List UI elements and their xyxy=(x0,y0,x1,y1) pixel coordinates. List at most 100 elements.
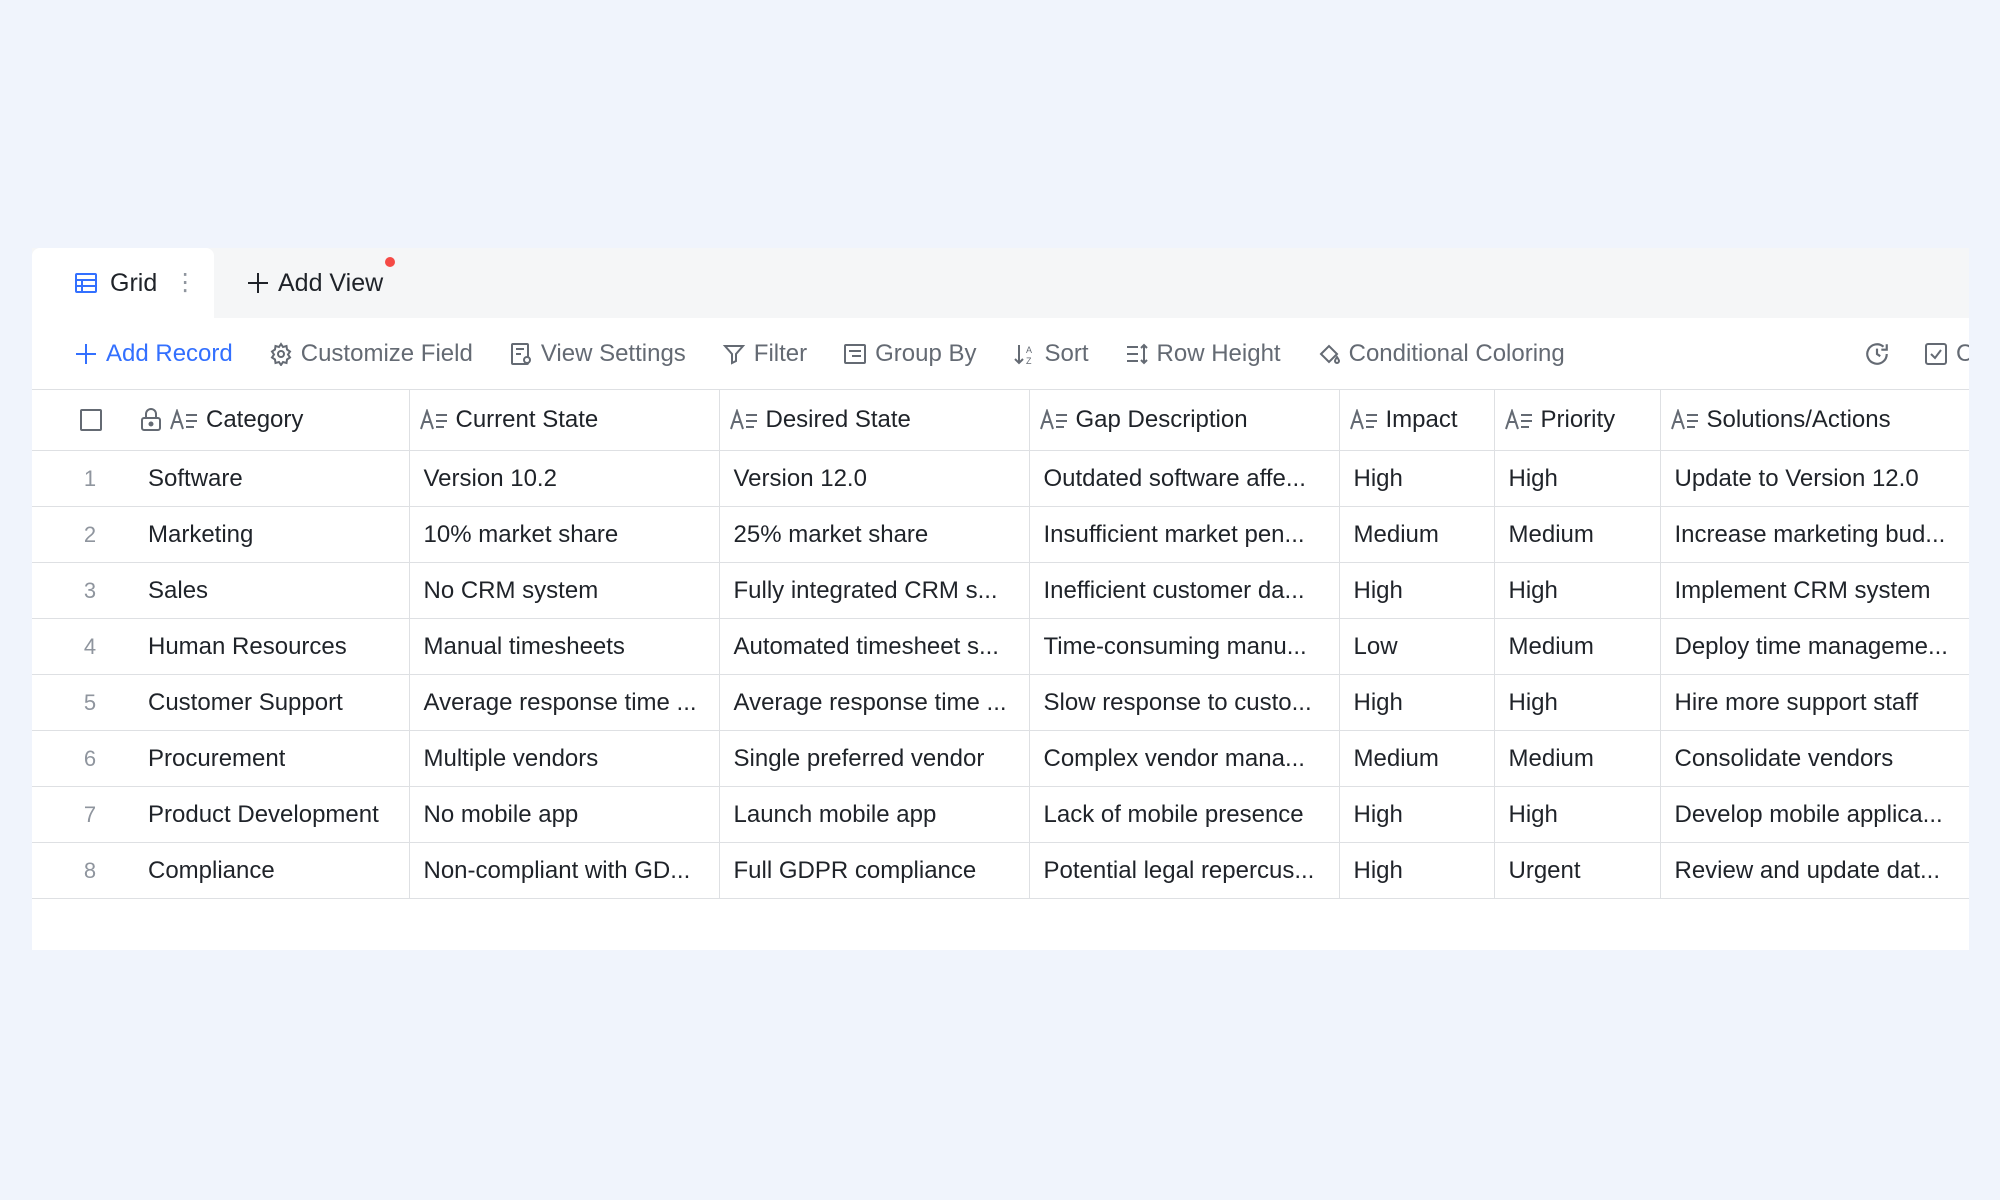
cell-text: Human Resources xyxy=(148,632,347,660)
add-record-button[interactable]: Add Record xyxy=(74,340,233,368)
table-cell[interactable]: Review and update dat... xyxy=(1659,842,1969,899)
table-row[interactable]: 8 Compliance Non-compliant with GD... Full … xyxy=(32,842,1969,899)
tab-grid[interactable]: Grid ⋮ xyxy=(32,248,214,318)
grid-view-icon xyxy=(75,273,97,293)
checklist-button[interactable]: C xyxy=(1924,318,1969,390)
column-header[interactable]: Desired State xyxy=(718,389,1029,451)
table-cell[interactable]: Medium xyxy=(1493,506,1660,563)
table-cell[interactable]: Outdated software affe... xyxy=(1028,450,1339,507)
table-cell[interactable]: High xyxy=(1493,562,1660,619)
sort-button[interactable]: AZ Sort xyxy=(1013,340,1089,368)
data-grid: Category Current State Desired State Gap De… xyxy=(32,389,1969,899)
group-by-button[interactable]: Group By xyxy=(843,340,977,368)
table-cell-category[interactable]: 7 Product Development xyxy=(32,786,409,843)
row-number: 1 xyxy=(83,465,97,491)
add-record-label: Add Record xyxy=(106,340,233,367)
column-header[interactable]: Solutions/Actions xyxy=(1659,389,1969,451)
view-settings-button[interactable]: View Settings xyxy=(509,340,686,368)
customize-field-button[interactable]: Customize Field xyxy=(269,340,473,368)
table-cell[interactable]: Insufficient market pen... xyxy=(1028,506,1339,563)
table-cell[interactable]: Multiple vendors xyxy=(408,730,719,787)
table-cell[interactable]: Medium xyxy=(1338,506,1494,563)
table-cell[interactable]: High xyxy=(1338,450,1494,507)
filter-button[interactable]: Filter xyxy=(722,340,807,368)
table-row[interactable]: 6 Procurement Multiple vendors Single prefe… xyxy=(32,730,1969,787)
history-button[interactable] xyxy=(1864,318,1890,390)
table-cell[interactable]: High xyxy=(1493,786,1660,843)
column-header[interactable]: Gap Description xyxy=(1028,389,1339,451)
column-header[interactable]: Priority xyxy=(1493,389,1660,451)
table-cell[interactable]: Implement CRM system xyxy=(1659,562,1969,619)
tab-grid-label: Grid xyxy=(110,268,158,297)
column-header-label: Desired State xyxy=(765,406,911,433)
table-cell-category[interactable]: 8 Compliance xyxy=(32,842,409,899)
table-cell[interactable]: Single preferred vendor xyxy=(718,730,1029,787)
table-cell[interactable]: Average response time ... xyxy=(718,674,1029,731)
filter-icon xyxy=(722,345,746,365)
table-cell[interactable]: High xyxy=(1338,562,1494,619)
more-vertical-icon[interactable]: ⋮ xyxy=(173,271,197,295)
table-cell[interactable]: Launch mobile app xyxy=(718,786,1029,843)
table-cell[interactable]: Urgent xyxy=(1493,842,1660,899)
table-cell[interactable]: Version 12.0 xyxy=(718,450,1029,507)
table-cell[interactable]: Fully integrated CRM s... xyxy=(718,562,1029,619)
table-cell[interactable]: Inefficient customer da... xyxy=(1028,562,1339,619)
table-cell[interactable]: Lack of mobile presence xyxy=(1028,786,1339,843)
table-row[interactable]: 5 Customer Support Average response time .… xyxy=(32,674,1969,731)
notification-dot xyxy=(385,257,395,267)
table-cell[interactable]: Manual timesheets xyxy=(408,618,719,675)
table-cell-category[interactable]: 3 Sales xyxy=(32,562,409,619)
table-cell-category[interactable]: 6 Procurement xyxy=(32,730,409,787)
cell-text: Compliance xyxy=(148,856,275,884)
table-cell[interactable]: 10% market share xyxy=(408,506,719,563)
table-cell[interactable]: Medium xyxy=(1493,618,1660,675)
table-cell[interactable]: High xyxy=(1493,450,1660,507)
table-cell[interactable]: Time-consuming manu... xyxy=(1028,618,1339,675)
table-cell[interactable]: Version 10.2 xyxy=(408,450,719,507)
table-cell[interactable]: Hire more support staff xyxy=(1659,674,1969,731)
table-cell[interactable]: 25% market share xyxy=(718,506,1029,563)
table-cell[interactable]: Low xyxy=(1338,618,1494,675)
table-cell[interactable]: Automated timesheet s... xyxy=(718,618,1029,675)
table-cell[interactable]: Increase marketing bud... xyxy=(1659,506,1969,563)
table-cell[interactable]: Medium xyxy=(1338,730,1494,787)
table-cell[interactable]: Medium xyxy=(1493,730,1660,787)
table-cell[interactable]: High xyxy=(1338,842,1494,899)
table-cell[interactable]: Full GDPR compliance xyxy=(718,842,1029,899)
table-cell[interactable]: High xyxy=(1338,786,1494,843)
select-all-checkbox[interactable] xyxy=(80,409,102,431)
table-cell[interactable]: Consolidate vendors xyxy=(1659,730,1969,787)
column-header[interactable]: Current State xyxy=(408,389,719,451)
table-cell[interactable]: Average response time ... xyxy=(408,674,719,731)
row-number: 7 xyxy=(83,801,97,827)
column-header[interactable]: Category xyxy=(32,389,409,451)
table-cell[interactable]: Slow response to custo... xyxy=(1028,674,1339,731)
plus-icon xyxy=(248,273,268,293)
table-cell[interactable]: Complex vendor mana... xyxy=(1028,730,1339,787)
table-cell[interactable]: Deploy time manageme... xyxy=(1659,618,1969,675)
text-field-icon xyxy=(1670,409,1698,430)
table-row[interactable]: 2 Marketing 10% market share 25% market sha… xyxy=(32,506,1969,563)
table-cell[interactable]: Develop mobile applica... xyxy=(1659,786,1969,843)
table-row[interactable]: 3 Sales No CRM system Fully integrated CRM … xyxy=(32,562,1969,619)
table-cell[interactable]: Potential legal repercus... xyxy=(1028,842,1339,899)
table-cell-category[interactable]: 4 Human Resources xyxy=(32,618,409,675)
add-view-button[interactable]: Add View xyxy=(246,248,383,318)
column-header[interactable]: Impact xyxy=(1338,389,1494,451)
table-row[interactable]: 1 Software Version 10.2 Version 12.0 Outdate… xyxy=(32,450,1969,507)
table-cell[interactable]: High xyxy=(1338,674,1494,731)
cell-text: Software xyxy=(148,464,243,492)
table-cell-category[interactable]: 2 Marketing xyxy=(32,506,409,563)
table-cell[interactable]: No mobile app xyxy=(408,786,719,843)
row-height-button[interactable]: Row Height xyxy=(1125,340,1281,368)
table-cell-category[interactable]: 5 Customer Support xyxy=(32,674,409,731)
table-cell[interactable]: No CRM system xyxy=(408,562,719,619)
table-cell[interactable]: High xyxy=(1493,674,1660,731)
table-row[interactable]: 4 Human Resources Manual timesheets Automat… xyxy=(32,618,1969,675)
table-cell[interactable]: Update to Version 12.0 xyxy=(1659,450,1969,507)
conditional-coloring-button[interactable]: Conditional Coloring xyxy=(1317,340,1565,368)
conditional-coloring-label: Conditional Coloring xyxy=(1348,340,1565,367)
table-cell-category[interactable]: 1 Software xyxy=(32,450,409,507)
table-row[interactable]: 7 Product Development No mobile app Launch … xyxy=(32,786,1969,843)
table-cell[interactable]: Non-compliant with GD... xyxy=(408,842,719,899)
